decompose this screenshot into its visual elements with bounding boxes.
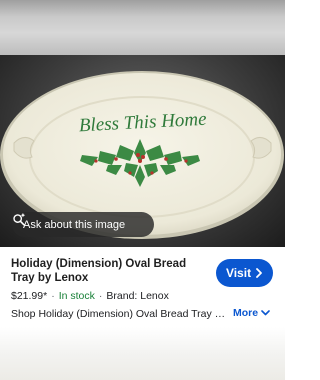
more-label: More bbox=[233, 307, 259, 319]
chevron-down-icon bbox=[261, 310, 270, 316]
product-description: Shop Holiday (Dimension) Oval Bread Tray… bbox=[11, 308, 231, 320]
top-blurred-region bbox=[0, 0, 285, 55]
ask-about-image-label: Ask about this image bbox=[23, 218, 126, 231]
visit-label: Visit bbox=[225, 266, 252, 280]
product-meta: $21.99* · In stock · Brand: Lenox bbox=[11, 290, 169, 302]
visit-button[interactable]: Visit bbox=[216, 259, 273, 287]
price: $21.99* bbox=[11, 290, 48, 302]
lens-sparkle-icon bbox=[13, 212, 26, 226]
brand: Brand: Lenox bbox=[106, 290, 169, 302]
chevron-right-icon bbox=[256, 268, 262, 278]
ask-about-image-button[interactable]: Ask about this image bbox=[12, 212, 154, 237]
product-image[interactable]: Bless This Home Ask about this image bbox=[0, 55, 285, 247]
stock-status: In stock bbox=[58, 290, 95, 302]
more-button[interactable]: More bbox=[233, 307, 270, 319]
product-title[interactable]: Holiday (Dimension) Oval Bread Tray by L… bbox=[11, 257, 211, 285]
bottom-blurred-region bbox=[0, 327, 285, 380]
product-card: Holiday (Dimension) Oval Bread Tray by L… bbox=[0, 247, 285, 327]
